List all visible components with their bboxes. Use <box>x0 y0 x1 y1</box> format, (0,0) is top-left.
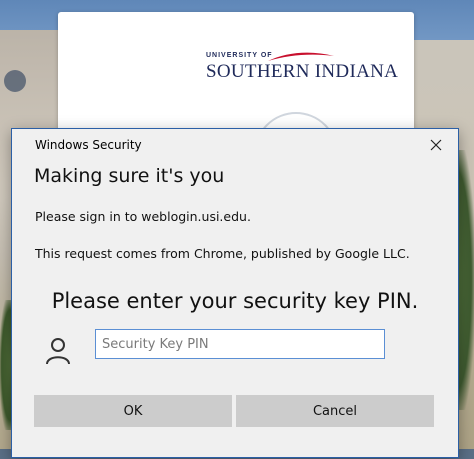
logo-top-text: UNIVERSITY OF <box>206 52 273 59</box>
usi-logo: UNIVERSITY OF SOUTHERN INDIANA <box>206 52 398 86</box>
security-key-pin-input[interactable] <box>95 329 385 359</box>
signin-text: Please sign in to weblogin.usi.edu. <box>35 209 251 224</box>
dialog-title: Windows Security <box>35 138 142 152</box>
request-origin-text: This request comes from Chrome, publishe… <box>35 246 410 261</box>
person-icon <box>46 338 70 365</box>
dialog-titlebar: Windows Security <box>12 129 458 161</box>
background-window <box>4 70 26 92</box>
windows-security-dialog: Windows Security Making sure it's you Pl… <box>11 128 459 458</box>
dialog-heading: Making sure it's you <box>34 165 225 187</box>
ok-button[interactable]: OK <box>34 395 232 427</box>
close-icon <box>430 139 442 151</box>
pin-prompt: Please enter your security key PIN. <box>51 289 419 313</box>
cancel-button[interactable]: Cancel <box>236 395 434 427</box>
logo-main-text: SOUTHERN INDIANA <box>206 61 399 82</box>
close-button[interactable] <box>414 129 458 161</box>
